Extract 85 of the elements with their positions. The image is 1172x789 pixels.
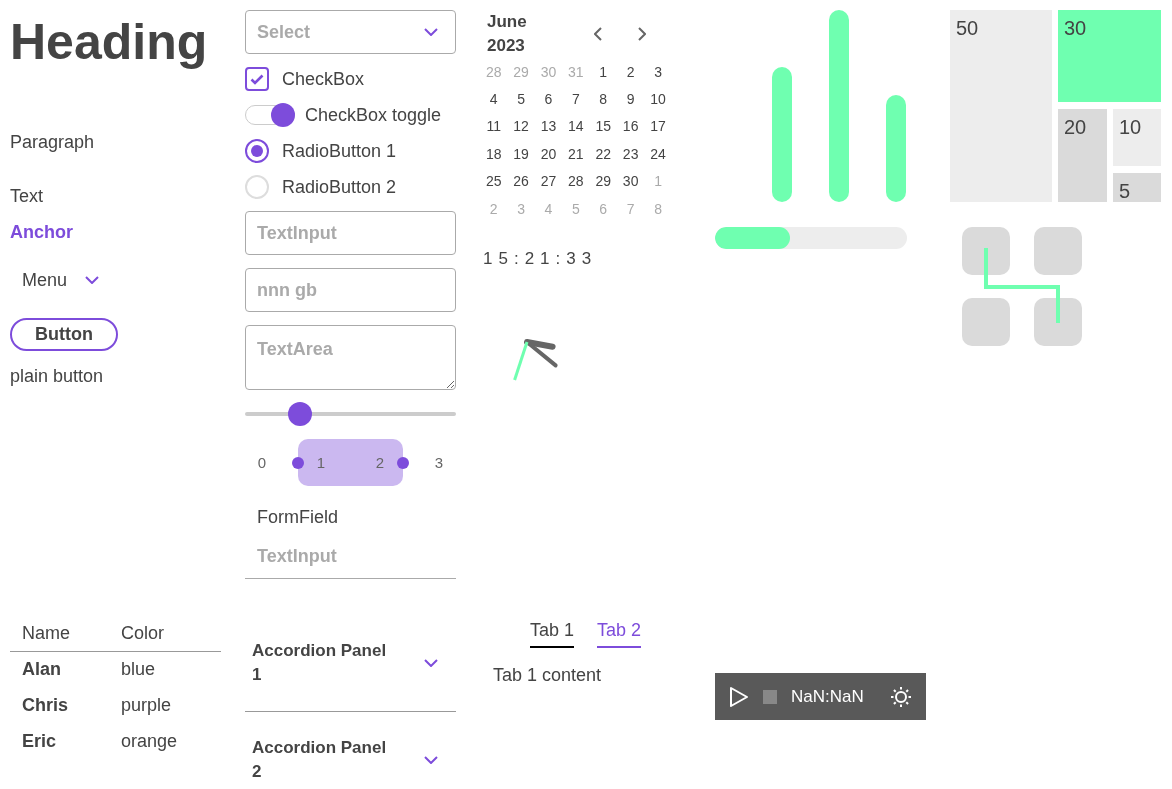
calendar-day[interactable]: 11 bbox=[480, 112, 508, 141]
calendar-day[interactable]: 14 bbox=[562, 112, 590, 141]
range-handle[interactable] bbox=[397, 456, 409, 469]
calendar-day[interactable]: 12 bbox=[507, 112, 535, 141]
checkbox-label: CheckBox bbox=[282, 68, 365, 91]
range-label: 0 bbox=[256, 452, 268, 473]
calendar-day[interactable]: 9 bbox=[616, 85, 645, 113]
treemap-cell: 30 bbox=[1058, 10, 1161, 102]
text-input[interactable]: TextInput bbox=[245, 211, 456, 255]
calendar-day[interactable]: 4 bbox=[480, 85, 508, 113]
treemap-cell: 10 bbox=[1113, 109, 1161, 166]
calendar-day[interactable]: 26 bbox=[507, 167, 535, 195]
calendar-day[interactable]: 8 bbox=[589, 85, 617, 113]
calendar-day[interactable]: 3 bbox=[644, 58, 672, 86]
chevron-down-icon bbox=[85, 276, 100, 284]
calendar-day[interactable]: 2 bbox=[616, 58, 645, 86]
heading: Heading bbox=[10, 13, 208, 72]
calendar-day[interactable]: 21 bbox=[562, 140, 590, 168]
chevron-down-icon bbox=[424, 756, 438, 764]
calendar-day[interactable]: 20 bbox=[534, 140, 563, 168]
calendar-day[interactable]: 13 bbox=[534, 112, 563, 141]
table-cell-text: Chris bbox=[21, 694, 69, 717]
tab[interactable]: Tab 1 bbox=[529, 612, 574, 648]
calendar-day[interactable]: 30 bbox=[616, 167, 645, 195]
treemap-cell: 20 bbox=[1058, 109, 1107, 202]
calendar-day[interactable]: 25 bbox=[480, 167, 508, 195]
chevron-left-icon[interactable] bbox=[594, 27, 602, 41]
tab[interactable]: Tab 2 bbox=[597, 612, 642, 648]
calendar-day[interactable]: 17 bbox=[644, 112, 672, 141]
range-handle[interactable] bbox=[292, 456, 304, 469]
range-label: 2 bbox=[374, 452, 386, 473]
calendar-title: June 2023 bbox=[487, 11, 528, 57]
radio-label: RadioButton 2 bbox=[282, 176, 397, 199]
calendar-day[interactable]: 5 bbox=[507, 85, 535, 113]
calendar-day[interactable]: 27 bbox=[534, 167, 563, 195]
treemap-cell: 5 bbox=[1113, 173, 1161, 202]
radio-button[interactable] bbox=[245, 139, 269, 163]
anchor-link[interactable]: Anchor bbox=[10, 220, 73, 244]
outlined-button[interactable]: Button bbox=[10, 318, 118, 351]
checkmark-icon bbox=[250, 73, 264, 85]
column-header: Name bbox=[10, 615, 109, 651]
calendar-day[interactable]: 18 bbox=[480, 140, 508, 168]
time-display: NaN:NaN bbox=[791, 685, 864, 708]
masked-input[interactable]: nnn gb bbox=[245, 268, 456, 312]
accordion-header[interactable]: Accordion Panel 2 bbox=[245, 712, 456, 786]
slider-thumb[interactable] bbox=[288, 402, 312, 426]
table-cell-text: Eric bbox=[21, 730, 58, 753]
text-area[interactable]: TextArea bbox=[245, 325, 456, 390]
calendar-day[interactable]: 15 bbox=[589, 112, 617, 141]
toggle-label: CheckBox toggle bbox=[305, 104, 442, 127]
calendar-day[interactable]: 19 bbox=[507, 140, 535, 168]
text-link[interactable]: plain button bbox=[10, 364, 104, 388]
range-label: 3 bbox=[433, 452, 445, 473]
form-field-label: FormField bbox=[256, 506, 338, 529]
tab-content-text: Tab 1 content bbox=[492, 664, 602, 687]
treemap-cell: 50 bbox=[950, 10, 1052, 202]
chevron-down-icon bbox=[424, 659, 438, 667]
table-cell-text: orange bbox=[120, 730, 179, 753]
toggle-switch[interactable] bbox=[245, 103, 295, 127]
calendar-day[interactable]: 10 bbox=[644, 85, 672, 113]
calendar-day[interactable]: 16 bbox=[616, 112, 645, 141]
accordion-header[interactable]: Accordion Panel 1 bbox=[245, 615, 456, 712]
play-icon[interactable] bbox=[729, 685, 749, 708]
radio-label: RadioButton 1 bbox=[282, 140, 397, 163]
table-cell: blue bbox=[109, 651, 221, 687]
table-cell-text: purple bbox=[120, 694, 173, 717]
chevron-right-icon[interactable] bbox=[638, 27, 646, 41]
paragraph-text: Paragraph bbox=[10, 131, 95, 154]
calendar-day[interactable]: 7 bbox=[562, 85, 590, 113]
calendar-day[interactable]: 23 bbox=[616, 140, 645, 168]
calendar-day[interactable]: 28 bbox=[562, 167, 590, 195]
calendar-day[interactable]: 1 bbox=[589, 58, 617, 86]
checkbox[interactable] bbox=[245, 67, 269, 91]
calendar-day[interactable]: 22 bbox=[589, 140, 617, 168]
digital-clock: 15:21:33 bbox=[482, 248, 598, 271]
calendar-day[interactable]: 6 bbox=[534, 85, 563, 113]
calendar-day[interactable]: 24 bbox=[644, 140, 672, 168]
range-label: 1 bbox=[315, 452, 327, 473]
column-header: Color bbox=[109, 615, 221, 651]
table-cell: Alan bbox=[10, 651, 109, 687]
text-label: Text bbox=[10, 185, 43, 208]
chevron-down-icon bbox=[424, 28, 438, 36]
calendar-day[interactable]: 29 bbox=[589, 167, 617, 195]
menu-dropdown[interactable]: Menu bbox=[10, 262, 112, 298]
sun-icon[interactable] bbox=[889, 685, 912, 708]
